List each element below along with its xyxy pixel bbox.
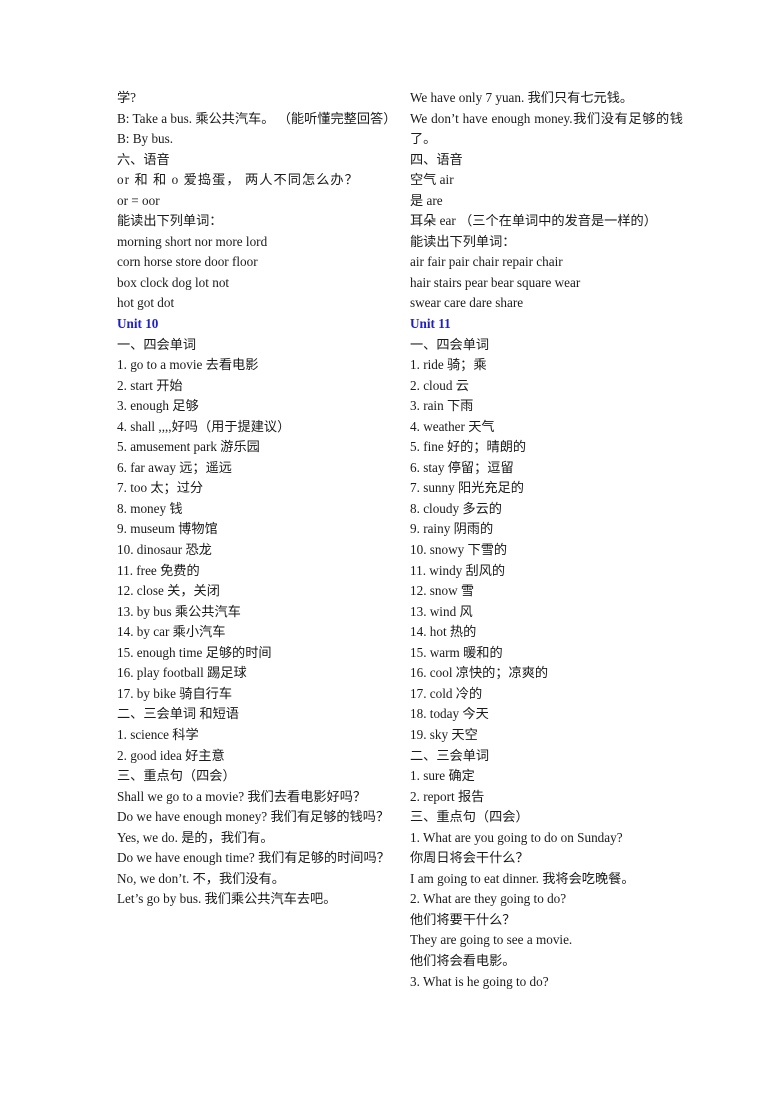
key-sentence: We don’t have enough money.我们没有足够的钱了。 (410, 110, 683, 147)
phonics-pair: 是 are (410, 192, 443, 208)
vocab-item: 3. rain 下雨 (410, 398, 474, 414)
vocab-item: 6. far away 远；遥远 (117, 459, 232, 475)
text-line: 学? (117, 90, 137, 105)
phonics-word-line: hot got dot (117, 295, 175, 311)
section-heading: 三、重点句（四会） (117, 768, 236, 784)
vocab-item: 14. hot 热的 (410, 624, 477, 640)
section-heading: 三、重点句（四会） (410, 809, 529, 825)
text-line: 能读出下列单词： (117, 213, 223, 229)
phonics-word-line: box clock dog lot not (117, 274, 230, 290)
vocab-item: 5. amusement park 游乐园 (117, 439, 260, 455)
key-sentence: 3. What is he going to do? (410, 973, 549, 989)
phonics-prompt: 能读出下列单词： (410, 233, 516, 249)
vocab-item: 3. enough 足够 (117, 398, 199, 414)
key-sentence: Do we have enough time? 我们有足够的时间吗？ (117, 850, 390, 866)
vocab-item: 11. windy 刮风的 (410, 562, 506, 578)
key-sentence: Shall we go to a movie? 我们去看电影好吗？ (117, 788, 367, 804)
phonics-word-line: swear care dare share (410, 295, 524, 311)
vocab-item: 2. good idea 好主意 (117, 747, 225, 763)
vocab-item: 9. museum 博物馆 (117, 521, 218, 537)
vocab-item: 7. too 太；过分 (117, 480, 204, 496)
vocab-item: 1. sure 确定 (410, 768, 475, 784)
unit-heading-10: Unit 10 (117, 316, 159, 332)
vocab-item: 2. start 开始 (117, 377, 183, 393)
vocab-item: 12. snow 雪 (410, 583, 475, 599)
key-sentence: 2. What are they going to do? (410, 891, 567, 907)
vocab-item: 5. fine 好的；晴朗的 (410, 439, 527, 455)
key-sentence: 你周日将会干什么？ (410, 850, 529, 866)
vocab-item: 4. shall ,,,,好吗（用于提建议） (117, 418, 291, 434)
vocab-item: 10. dinosaur 恐龙 (117, 542, 212, 558)
vocab-item: 18. today 今天 (410, 706, 489, 722)
vocab-item: 1. ride 骑；乘 (410, 357, 487, 373)
vocab-item: 6. stay 停留；逗留 (410, 459, 514, 475)
two-column-body: 学? B: Take a bus. 乘公共汽车。 （能听懂完整回答） B: By… (117, 88, 683, 992)
vocab-item: 1. science 科学 (117, 726, 199, 742)
key-sentence: Yes, we do. 是的，我们有。 (117, 829, 274, 845)
vocab-item: 7. sunny 阳光充足的 (410, 480, 524, 496)
vocab-item: 12. close 关，关闭 (117, 583, 220, 599)
phonics-word-line: corn horse store door floor (117, 254, 258, 270)
vocab-item: 14. by car 乘小汽车 (117, 624, 226, 640)
key-sentence: 1. What are you going to do on Sunday? (410, 829, 623, 845)
document-page: 学? B: Take a bus. 乘公共汽车。 （能听懂完整回答） B: By… (0, 0, 780, 1103)
phonics-word-line: morning short nor more lord (117, 233, 268, 249)
key-sentence: They are going to see a movie. (410, 932, 573, 948)
vocab-item: 8. cloudy 多云的 (410, 500, 502, 516)
phonics-word-line: hair stairs pear bear square wear (410, 274, 581, 290)
vocab-item: 10. snowy 下雪的 (410, 542, 508, 558)
phonics-word-line: air fair pair chair repair chair (410, 254, 563, 270)
key-sentence: Do we have enough money? 我们有足够的钱吗？ (117, 809, 390, 825)
vocab-item: 11. free 免费的 (117, 562, 200, 578)
key-sentence: I am going to eat dinner. 我将会吃晚餐。 (410, 870, 635, 886)
section-heading: 四、语音 (410, 151, 463, 167)
section-heading: 一、四会单词 (410, 336, 490, 352)
vocab-item: 9. rainy 阴雨的 (410, 521, 494, 537)
vocab-item: 2. cloud 云 (410, 377, 469, 393)
right-column: We have only 7 yuan. 我们只有七元钱。 We don’t h… (410, 88, 683, 992)
vocab-item: 17. by bike 骑自行车 (117, 685, 233, 701)
section-heading: 一、四会单词 (117, 336, 197, 352)
section-heading: 二、三会单词 (410, 747, 490, 763)
vocab-item: 4. weather 天气 (410, 418, 495, 434)
text-line: or = oor (117, 192, 160, 208)
key-sentence: We have only 7 yuan. 我们只有七元钱。 (410, 90, 634, 105)
phonics-pair: 空气 air (410, 172, 454, 188)
vocab-item: 13. wind 风 (410, 603, 473, 619)
vocab-item: 8. money 钱 (117, 500, 183, 516)
unit-heading-11: Unit 11 (410, 316, 451, 332)
vocab-item: 16. cool 凉快的；凉爽的 (410, 665, 549, 681)
vocab-item: 15. enough time 足够的时间 (117, 644, 272, 660)
key-sentence: 他们将要干什么？ (410, 911, 516, 927)
text-line: B: Take a bus. 乘公共汽车。 （能听懂完整回答） (117, 110, 397, 126)
key-sentence: Let’s go by bus. 我们乘公共汽车去吧。 (117, 891, 337, 907)
vocab-item: 15. warm 暖和的 (410, 644, 503, 660)
vocab-item: 13. by bus 乘公共汽车 (117, 603, 241, 619)
vocab-item: 19. sky 天空 (410, 726, 478, 742)
vocab-item: 17. cold 冷的 (410, 685, 483, 701)
text-line: B: By bus. (117, 131, 174, 147)
section-heading: 六、语音 (117, 151, 170, 167)
vocab-item: 1. go to a movie 去看电影 (117, 357, 259, 373)
vocab-item: 16. play football 踢足球 (117, 665, 247, 681)
text-line: or 和 和 o 爱捣蛋， 两人不同怎么办？ (117, 172, 359, 188)
vocab-item: 2. report 报告 (410, 788, 485, 804)
section-heading: 二、三会单词 和短语 (117, 706, 239, 722)
left-column: 学? B: Take a bus. 乘公共汽车。 （能听懂完整回答） B: By… (117, 88, 397, 910)
key-sentence: 他们将会看电影。 (410, 952, 516, 968)
phonics-pair: 耳朵 ear （三个在单词中的发音是一样的） (410, 213, 657, 229)
key-sentence: No, we don’t. 不，我们没有。 (117, 870, 285, 886)
